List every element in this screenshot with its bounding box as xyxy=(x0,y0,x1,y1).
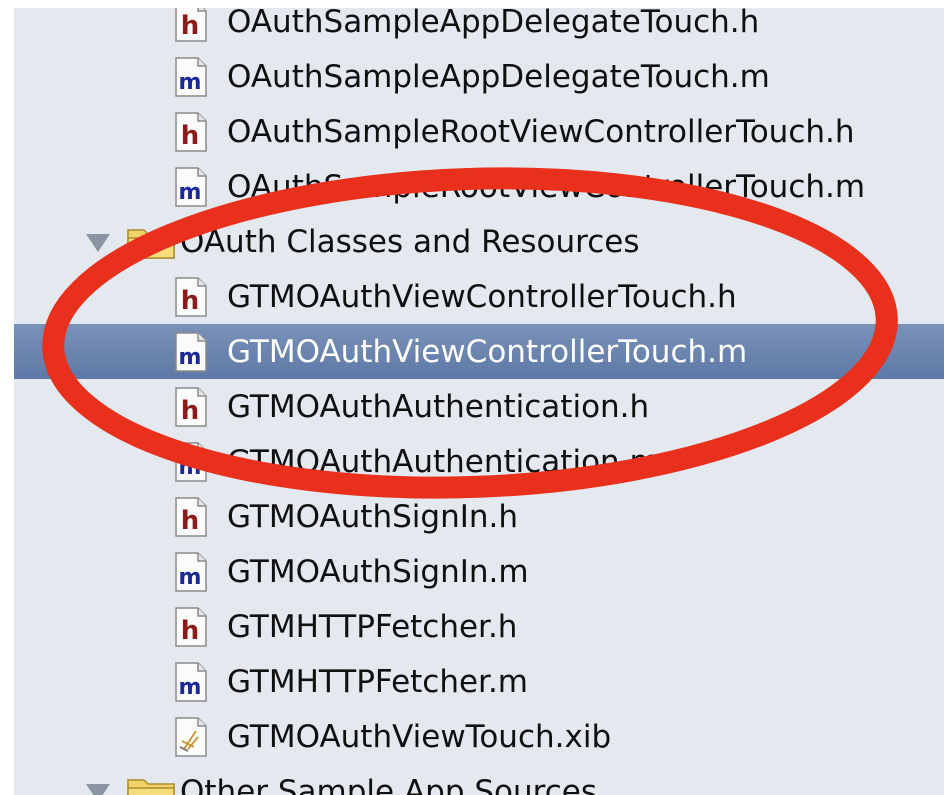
header-file-icon: h xyxy=(175,606,207,647)
outline-file-row[interactable]: m GTMOAuthSignIn.m xyxy=(14,544,944,599)
header-file-icon: h xyxy=(175,276,207,317)
project-outline[interactable]: h OAuthSampleAppDelegateTouch.h m OAuthSamp… xyxy=(14,8,944,795)
outline-file-row[interactable]: m GTMOAuthAuthentication.m xyxy=(14,434,944,489)
file-name: GTMOAuthSignIn.m xyxy=(227,553,529,590)
svg-text:m: m xyxy=(179,70,202,95)
outline-file-row[interactable]: GTMOAuthViewTouch.xib xyxy=(14,709,944,764)
file-name: OAuthSampleRootViewControllerTouch.m xyxy=(227,168,866,205)
svg-text:h: h xyxy=(181,506,200,536)
implementation-file-icon: m xyxy=(175,551,207,592)
file-name: OAuthSampleRootViewControllerTouch.h xyxy=(227,113,855,150)
header-file-icon: h xyxy=(175,386,207,427)
file-name: GTMOAuthViewControllerTouch.h xyxy=(227,278,737,315)
outline-file-row[interactable]: h GTMHTTPFetcher.h xyxy=(14,599,944,654)
outline-group-row[interactable]: Other Sample App Sources xyxy=(14,764,944,795)
svg-text:m: m xyxy=(179,675,202,700)
file-name: GTMOAuthViewControllerTouch.m xyxy=(227,333,748,370)
folder-icon xyxy=(127,228,175,259)
svg-text:h: h xyxy=(181,396,200,426)
outline-rows: h OAuthSampleAppDelegateTouch.h m OAuthSamp… xyxy=(14,8,944,795)
outline-file-row[interactable]: h OAuthSampleAppDelegateTouch.h xyxy=(14,8,944,49)
implementation-file-icon: m xyxy=(175,56,207,97)
svg-text:h: h xyxy=(181,11,200,41)
file-name: GTMOAuthViewTouch.xib xyxy=(227,718,612,755)
disclosure-triangle-icon[interactable] xyxy=(86,233,110,252)
folder-icon xyxy=(127,778,175,795)
svg-text:m: m xyxy=(179,455,202,480)
outline-file-row[interactable]: m GTMHTTPFetcher.m xyxy=(14,654,944,709)
implementation-file-icon: m xyxy=(175,441,207,482)
svg-text:m: m xyxy=(179,565,202,590)
outline-file-row[interactable]: m GTMOAuthViewControllerTouch.m xyxy=(14,324,944,379)
header-file-icon: h xyxy=(175,111,207,152)
file-name: GTMHTTPFetcher.h xyxy=(227,608,518,645)
outline-file-row[interactable]: h OAuthSampleRootViewControllerTouch.h xyxy=(14,104,944,159)
svg-text:m: m xyxy=(179,345,202,370)
header-file-icon: h xyxy=(175,8,207,42)
outline-file-row[interactable]: h GTMOAuthAuthentication.h xyxy=(14,379,944,434)
file-name: OAuthSampleAppDelegateTouch.h xyxy=(227,8,760,40)
header-file-icon: h xyxy=(175,496,207,537)
file-name: OAuthSampleAppDelegateTouch.m xyxy=(227,58,770,95)
svg-text:h: h xyxy=(181,286,200,316)
xib-file-icon xyxy=(175,716,207,757)
group-name: OAuth Classes and Resources xyxy=(180,223,640,260)
file-name: GTMHTTPFetcher.m xyxy=(227,663,529,700)
outline-file-row[interactable]: h GTMOAuthViewControllerTouch.h xyxy=(14,269,944,324)
outline-file-row[interactable]: h GTMOAuthSignIn.h xyxy=(14,489,944,544)
outline-file-row[interactable]: m OAuthSampleAppDelegateTouch.m xyxy=(14,49,944,104)
implementation-file-icon: m xyxy=(175,166,207,207)
implementation-file-icon: m xyxy=(175,661,207,702)
group-name: Other Sample App Sources xyxy=(180,773,598,795)
implementation-file-icon: m xyxy=(175,331,207,372)
svg-text:m: m xyxy=(179,180,202,205)
svg-text:h: h xyxy=(181,616,200,646)
svg-text:h: h xyxy=(181,121,200,151)
outline-file-row[interactable]: m OAuthSampleRootViewControllerTouch.m xyxy=(14,159,944,214)
disclosure-triangle-icon[interactable] xyxy=(86,783,110,795)
file-name: GTMOAuthAuthentication.m xyxy=(227,443,660,480)
file-name: GTMOAuthAuthentication.h xyxy=(227,388,650,425)
file-name: GTMOAuthSignIn.h xyxy=(227,498,519,535)
outline-group-row[interactable]: OAuth Classes and Resources xyxy=(14,214,944,269)
